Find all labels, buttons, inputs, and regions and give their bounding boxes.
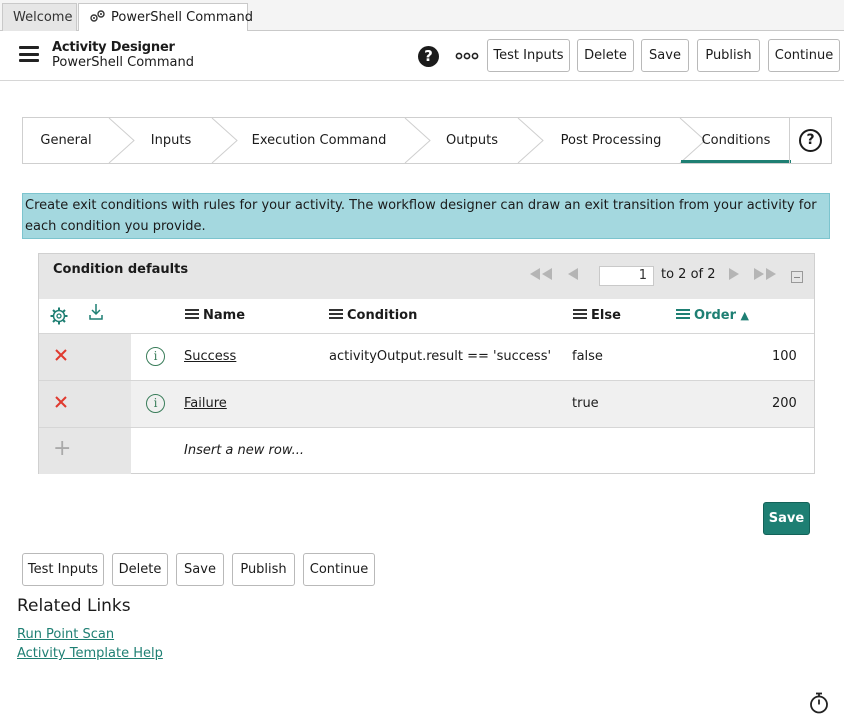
column-label: Condition	[347, 308, 418, 323]
column-menu-icon[interactable]	[676, 309, 690, 319]
publish-button[interactable]: Publish	[697, 39, 760, 72]
collapse-icon[interactable]	[791, 271, 803, 283]
delete-x-icon[interactable]	[53, 347, 69, 363]
info-icon[interactable]: i	[146, 347, 165, 366]
step-conditions[interactable]: Conditions	[681, 118, 791, 163]
settings-gear-icon[interactable]	[50, 307, 68, 325]
run-point-scan-link[interactable]: Run Point Scan	[17, 627, 114, 642]
workflow-steps: General Inputs Execution Command Outputs…	[22, 117, 832, 164]
cell-order: 200	[772, 396, 797, 411]
delete-button[interactable]: Delete	[112, 553, 168, 586]
gears-icon	[90, 10, 105, 22]
page-title: Activity Designer	[52, 40, 175, 55]
previous-page-icon[interactable]	[566, 266, 580, 282]
page-count: to 2 of 2	[661, 267, 716, 282]
info-banner: Create exit conditions with rules for yo…	[22, 193, 830, 239]
column-condition[interactable]: Condition	[329, 308, 417, 323]
chevron-divider	[404, 118, 431, 163]
row-actions	[39, 334, 131, 380]
related-links-title: Related Links	[17, 596, 131, 616]
page-subtitle: PowerShell Command	[52, 55, 194, 70]
column-else[interactable]: Else	[573, 308, 621, 323]
tab-powershell-command[interactable]: PowerShell Command	[78, 3, 253, 32]
more-icon[interactable]	[455, 49, 479, 63]
table-row: i Failure true 200	[39, 381, 814, 428]
list-title: Condition defaults	[53, 262, 189, 277]
column-order[interactable]: Order ▲	[676, 308, 749, 323]
test-inputs-button[interactable]: Test Inputs	[22, 553, 104, 586]
help-icon[interactable]: ?	[799, 129, 822, 152]
column-header-row: Name Condition Else Order ▲	[39, 299, 814, 334]
save-button[interactable]: Save	[176, 553, 224, 586]
cell-condition: activityOutput.result == 'success'	[329, 349, 552, 364]
column-menu-icon[interactable]	[185, 309, 199, 319]
insert-row[interactable]: + Insert a new row...	[39, 428, 814, 475]
step-inputs[interactable]: Inputs	[135, 118, 207, 163]
column-name[interactable]: Name	[185, 308, 245, 323]
chevron-divider	[211, 118, 238, 163]
plus-icon[interactable]: +	[53, 438, 71, 460]
cell-else: false	[572, 349, 603, 364]
column-menu-icon[interactable]	[573, 309, 587, 319]
hamburger-menu-icon[interactable]	[19, 46, 39, 62]
step-post-processing[interactable]: Post Processing	[545, 118, 677, 163]
conditions-list: Condition defaults 1 to 2 of 2 Name Cond…	[38, 253, 815, 474]
cell-else: true	[572, 396, 599, 411]
last-page-icon[interactable]	[752, 266, 778, 282]
chevron-divider	[108, 118, 135, 163]
tab-welcome[interactable]: Welcome	[2, 3, 77, 32]
step-outputs[interactable]: Outputs	[432, 118, 512, 163]
help-icon[interactable]: ?	[418, 46, 439, 67]
save-button[interactable]: Save	[641, 39, 689, 72]
sort-ascending-icon: ▲	[740, 309, 749, 322]
export-icon[interactable]	[88, 303, 104, 321]
step-execution-command[interactable]: Execution Command	[239, 118, 399, 163]
row-actions: +	[39, 428, 131, 474]
column-label: Order	[694, 308, 736, 323]
cell-order: 100	[772, 349, 797, 364]
steps-help[interactable]: ?	[789, 118, 831, 163]
row-actions	[39, 381, 131, 427]
continue-button[interactable]: Continue	[303, 553, 375, 586]
delete-x-icon[interactable]	[53, 394, 69, 410]
test-inputs-button[interactable]: Test Inputs	[487, 39, 570, 72]
column-label: Name	[203, 308, 246, 323]
first-page-icon[interactable]	[528, 266, 554, 282]
tab-label: PowerShell Command	[111, 10, 253, 25]
page-input[interactable]: 1	[599, 266, 654, 286]
column-label: Else	[591, 308, 621, 323]
chevron-divider	[517, 118, 544, 163]
next-page-icon[interactable]	[727, 266, 741, 282]
step-general[interactable]: General	[23, 118, 109, 163]
cell-name[interactable]: Success	[184, 349, 236, 364]
save-list-button[interactable]: Save	[763, 502, 810, 535]
stopwatch-icon[interactable]	[808, 692, 830, 714]
table-row: i Success activityOutput.result == 'succ…	[39, 334, 814, 381]
column-menu-icon[interactable]	[329, 309, 343, 319]
list-header: Condition defaults 1 to 2 of 2	[39, 254, 814, 299]
tab-strip: Welcome PowerShell Command	[0, 0, 844, 32]
form-header: Activity Designer PowerShell Command ? T…	[0, 31, 844, 81]
cell-name[interactable]: Failure	[184, 396, 227, 411]
activity-template-help-link[interactable]: Activity Template Help	[17, 646, 163, 661]
publish-button[interactable]: Publish	[232, 553, 295, 586]
delete-button[interactable]: Delete	[577, 39, 634, 72]
insert-row-label[interactable]: Insert a new row...	[184, 443, 304, 458]
info-icon[interactable]: i	[146, 394, 165, 413]
continue-button[interactable]: Continue	[768, 39, 840, 72]
